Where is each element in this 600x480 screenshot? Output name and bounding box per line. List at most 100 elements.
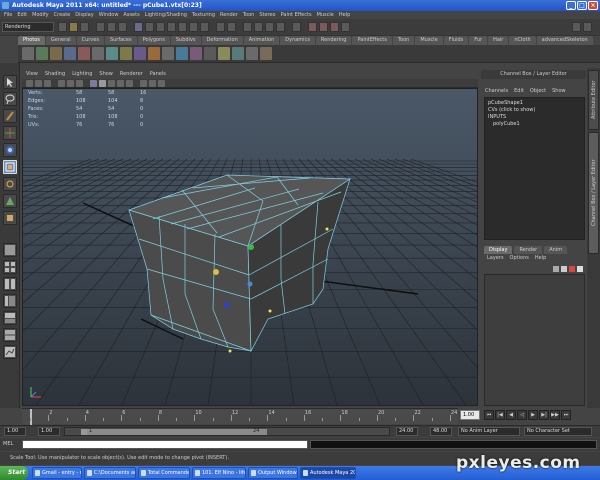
panel-menu-lighting[interactable]: Lighting <box>72 70 92 79</box>
attribute-editor-tab[interactable]: Attribute Editor <box>588 70 599 130</box>
menu-stereo[interactable]: Stereo <box>259 11 275 19</box>
new-layer-selected-icon[interactable] <box>561 266 567 272</box>
show-channel-box-icon[interactable] <box>583 22 592 32</box>
film-gate-icon[interactable] <box>67 80 74 87</box>
layout-single-icon[interactable] <box>3 243 17 257</box>
select-curves-icon[interactable] <box>156 22 165 32</box>
select-hierarchy-icon[interactable] <box>96 22 105 32</box>
step-back-key-icon[interactable]: |◀ <box>495 410 505 420</box>
shelf-tab-subdivs[interactable]: Subdivs <box>170 36 201 45</box>
layout-graph-icon[interactable] <box>3 311 17 325</box>
menu-lighting-shading[interactable]: Lighting/Shading <box>145 11 187 19</box>
shelf-tool-icon[interactable] <box>134 47 146 60</box>
taskbar-item-c-documents-and-set[interactable]: C:\Documents and Set... <box>84 467 136 479</box>
channel-menu-show[interactable]: Show <box>552 87 566 96</box>
textured-icon[interactable] <box>117 80 124 87</box>
layer-options-icon[interactable] <box>569 266 575 272</box>
pcube-mesh[interactable] <box>127 174 352 353</box>
shelf-tool-icon[interactable] <box>260 47 272 60</box>
playback-start-field[interactable]: 1.00 <box>38 427 60 436</box>
shelf-tool-icon[interactable] <box>162 47 174 60</box>
scale-tool-icon[interactable] <box>3 160 17 174</box>
camera-attributes-icon[interactable] <box>26 80 33 87</box>
select-joints-icon[interactable] <box>145 22 154 32</box>
shelf-tab-dynamics[interactable]: Dynamics <box>280 36 315 45</box>
shelf-tab-muscle[interactable]: Muscle <box>415 36 443 45</box>
panel-menu-show[interactable]: Show <box>99 70 113 79</box>
channel-menu-object[interactable]: Object <box>530 87 546 96</box>
layer-menu-help[interactable]: Help <box>535 254 546 263</box>
history-icon[interactable] <box>292 22 301 32</box>
render-settings-icon[interactable] <box>341 22 350 32</box>
shelf-tool-icon[interactable] <box>204 47 216 60</box>
step-back-frame-icon[interactable]: ◀ <box>506 410 516 420</box>
scale-handle-z[interactable] <box>224 302 230 308</box>
menu-muscle[interactable]: Muscle <box>317 11 334 19</box>
ipr-render-icon[interactable] <box>330 22 339 32</box>
mel-input[interactable] <box>22 440 308 449</box>
wireframe-on-shaded-icon[interactable] <box>108 80 115 87</box>
resolution-gate-icon[interactable] <box>76 80 83 87</box>
menu-file[interactable]: File <box>4 11 12 19</box>
mel-label[interactable]: MEL <box>3 441 13 447</box>
menu-create[interactable]: Create <box>54 11 71 19</box>
layout-hypershade-icon[interactable] <box>3 328 17 342</box>
layout-outliner-icon[interactable] <box>3 294 17 308</box>
snap-curve-icon[interactable] <box>254 22 263 32</box>
layer-extra-icon[interactable] <box>577 266 583 272</box>
select-component-icon[interactable] <box>118 22 127 32</box>
grid-toggle-icon[interactable] <box>58 80 65 87</box>
shelf-tab-deformation[interactable]: Deformation <box>201 36 243 45</box>
shelf-tool-icon[interactable] <box>50 47 62 60</box>
show-manipulator-icon[interactable] <box>3 211 17 225</box>
lasso-tool-icon[interactable] <box>3 92 17 106</box>
start-time-field[interactable]: 1.00 <box>4 427 26 436</box>
shelf-tool-icon[interactable] <box>218 47 230 60</box>
select-tool-icon[interactable] <box>3 75 17 89</box>
anim-layer-select[interactable]: No Anim Layer <box>458 427 520 436</box>
soft-mod-tool-icon[interactable] <box>3 194 17 208</box>
smooth-shade-icon[interactable] <box>99 80 106 87</box>
image-plane-icon[interactable] <box>44 80 51 87</box>
new-scene-icon[interactable] <box>58 22 67 32</box>
layer-tab-anim[interactable]: Anim <box>544 246 568 254</box>
snap-grid-icon[interactable] <box>243 22 252 32</box>
menu-render[interactable]: Render <box>220 11 238 19</box>
highlight-selection-icon[interactable] <box>227 22 236 32</box>
layout-two-icon[interactable] <box>3 277 17 291</box>
new-layer-icon[interactable] <box>553 266 559 272</box>
select-dynamics-icon[interactable] <box>189 22 198 32</box>
render-view-icon[interactable] <box>308 22 317 32</box>
menu-assets[interactable]: Assets <box>123 11 139 19</box>
range-bar[interactable] <box>87 429 267 435</box>
menu-help[interactable]: Help <box>339 11 350 19</box>
layer-list[interactable] <box>484 274 585 406</box>
select-handles-icon[interactable] <box>134 22 143 32</box>
shelf-tab-advancedskeleton[interactable]: advancedSkeleton <box>536 36 593 45</box>
channel-menu-edit[interactable]: Edit <box>514 87 524 96</box>
time-slider[interactable]: 2 4 6 8 10 12 14 16 18 20 22 24 <box>22 408 458 425</box>
render-frame-icon[interactable] <box>319 22 328 32</box>
channel-box[interactable]: pCubeShape1 CVs (click to show) INPUTS poly… <box>484 97 585 240</box>
shelf-tab-rendering[interactable]: Rendering <box>315 36 352 45</box>
menu-modify[interactable]: Modify <box>32 11 49 19</box>
character-set-select[interactable]: No Character Set <box>524 427 592 436</box>
layer-menu-options[interactable]: Options <box>510 254 529 263</box>
layer-tab-display[interactable]: Display <box>484 246 513 254</box>
taskbar-item-autodesk-maya-2011[interactable]: Autodesk Maya 2011... <box>300 467 356 479</box>
layer-tab-render[interactable]: Render <box>514 246 543 254</box>
shelf-tool-icon[interactable] <box>190 47 202 60</box>
playback-end-field[interactable]: 24.00 <box>396 427 418 436</box>
shelf-tab-hair[interactable]: Hair <box>488 36 509 45</box>
shelf-tool-icon[interactable] <box>106 47 118 60</box>
menu-paint-effects[interactable]: Paint Effects <box>281 11 312 19</box>
perspective-viewport[interactable]: Verts: 58 58 16 Edges: 108 104 8 Faces: 54 54 0 Tris… <box>22 88 478 406</box>
shadows-icon[interactable] <box>140 80 147 87</box>
menu-set-select[interactable]: Rendering <box>2 22 54 32</box>
minimize-button[interactable]: _ <box>566 1 576 10</box>
bookmarks-icon[interactable] <box>35 80 42 87</box>
shelf-tab-painteffects[interactable]: PaintEffects <box>352 36 392 45</box>
open-scene-icon[interactable] <box>69 22 78 32</box>
manipulator-tool-icon[interactable] <box>3 177 17 191</box>
menu-toon[interactable]: Toon <box>243 11 255 19</box>
